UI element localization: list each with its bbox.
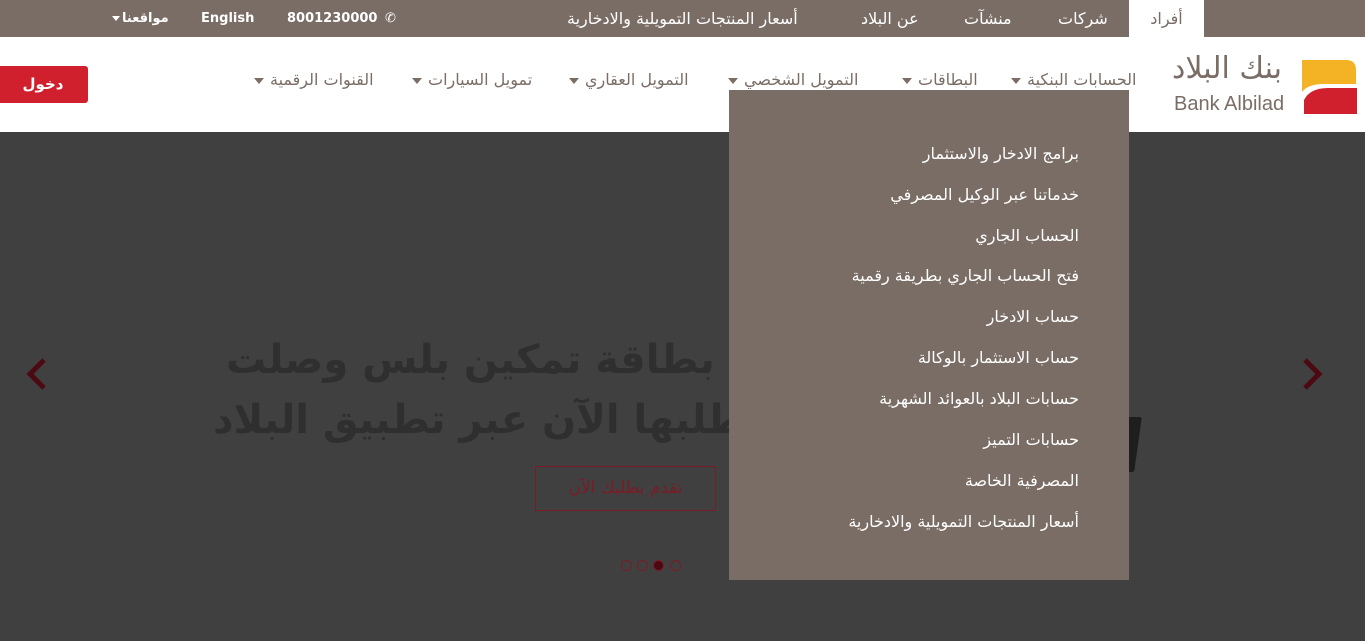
hero-headline-1: بطاقة تمكين بلس وصلت bbox=[226, 337, 715, 383]
nav-label: تمويل السيارات bbox=[428, 70, 533, 89]
carousel-dot[interactable] bbox=[637, 560, 648, 571]
language-switch[interactable]: English bbox=[201, 0, 254, 37]
accounts-dropdown-menu: برامج الادخار والاستثمار خدماتنا عبر الو… bbox=[729, 90, 1129, 580]
caret-down-icon bbox=[569, 77, 579, 84]
menu-item-banking-agent[interactable]: خدماتنا عبر الوكيل المصرفي bbox=[890, 185, 1079, 204]
hero-headline-2: اطلبها الآن عبر تطبيق البلاد bbox=[213, 397, 759, 443]
caret-down-icon bbox=[112, 16, 120, 21]
logo-arabic-text: بنك البلاد bbox=[1172, 51, 1283, 86]
caret-down-icon bbox=[254, 77, 264, 84]
nav-home-finance[interactable]: التمويل العقاري bbox=[569, 70, 689, 94]
phone-icon: ✆ bbox=[385, 11, 396, 26]
apply-now-button[interactable]: تقدم بطلبك الآن bbox=[535, 466, 716, 511]
tab-businesses[interactable]: شركات bbox=[1058, 0, 1108, 37]
caret-down-icon bbox=[412, 77, 422, 84]
main-header: بنك البلاد Bank Albilad الحسابات البنكية… bbox=[0, 37, 1365, 132]
carousel-dot[interactable] bbox=[670, 560, 681, 571]
menu-item-investment-wakala[interactable]: حساب الاستثمار بالوكالة bbox=[918, 348, 1079, 367]
menu-item-savings-account[interactable]: حساب الادخار bbox=[987, 307, 1079, 326]
locations-label: مواقعنا bbox=[122, 11, 169, 26]
menu-item-monthly-returns[interactable]: حسابات البلاد بالعوائد الشهرية bbox=[879, 389, 1079, 408]
menu-item-product-rates[interactable]: أسعار المنتجات التمويلية والادخارية bbox=[848, 512, 1079, 531]
menu-item-private-banking[interactable]: المصرفية الخاصة bbox=[965, 471, 1079, 490]
phone-link[interactable]: 8001230000 ✆ bbox=[287, 0, 396, 37]
nav-auto-finance[interactable]: تمويل السيارات bbox=[412, 70, 532, 94]
nav-label: البطاقات bbox=[918, 70, 978, 89]
phone-number: 8001230000 bbox=[287, 11, 378, 26]
chevron-right-icon[interactable] bbox=[1297, 354, 1327, 394]
nav-label: القنوات الرقمية bbox=[270, 70, 374, 89]
menu-item-current-account[interactable]: الحساب الجاري bbox=[975, 226, 1079, 245]
caret-down-icon bbox=[1011, 77, 1021, 84]
logo-english-text: Bank Albilad bbox=[1174, 93, 1285, 115]
menu-item-digital-account-opening[interactable]: فتح الحساب الجاري بطريقة رقمية bbox=[852, 266, 1079, 285]
nav-label: التمويل الشخصي bbox=[744, 70, 859, 89]
caret-down-icon bbox=[728, 77, 738, 84]
nav-label: الحسابات البنكية bbox=[1027, 70, 1137, 89]
menu-item-savings-programs[interactable]: برامج الادخار والاستثمار bbox=[923, 144, 1079, 163]
top-bar: أفراد شركات منشآت عن البلاد أسعار المنتج… bbox=[0, 0, 1365, 37]
locations-dropdown[interactable]: مواقعنا bbox=[112, 0, 169, 37]
tab-product-rates[interactable]: أسعار المنتجات التمويلية والادخارية bbox=[567, 0, 798, 37]
carousel-dot-active[interactable] bbox=[653, 560, 664, 571]
tab-individuals[interactable]: أفراد bbox=[1129, 0, 1204, 37]
caret-down-icon bbox=[902, 77, 912, 84]
carousel-dot[interactable] bbox=[621, 560, 632, 571]
bank-logo-icon[interactable] bbox=[1300, 56, 1359, 114]
hero-carousel: بطاقة تمكين بلس وصلت اطلبها الآن عبر تطب… bbox=[0, 132, 1365, 641]
menu-item-distinction-accounts[interactable]: حسابات التميز bbox=[983, 430, 1079, 449]
nav-digital-channels[interactable]: القنوات الرقمية bbox=[254, 70, 374, 94]
tab-about[interactable]: عن البلاد bbox=[861, 0, 919, 37]
tab-sme[interactable]: منشآت bbox=[964, 0, 1012, 37]
chevron-left-icon[interactable] bbox=[22, 354, 52, 394]
nav-label: التمويل العقاري bbox=[585, 70, 689, 89]
login-button[interactable]: دخول bbox=[0, 66, 88, 103]
